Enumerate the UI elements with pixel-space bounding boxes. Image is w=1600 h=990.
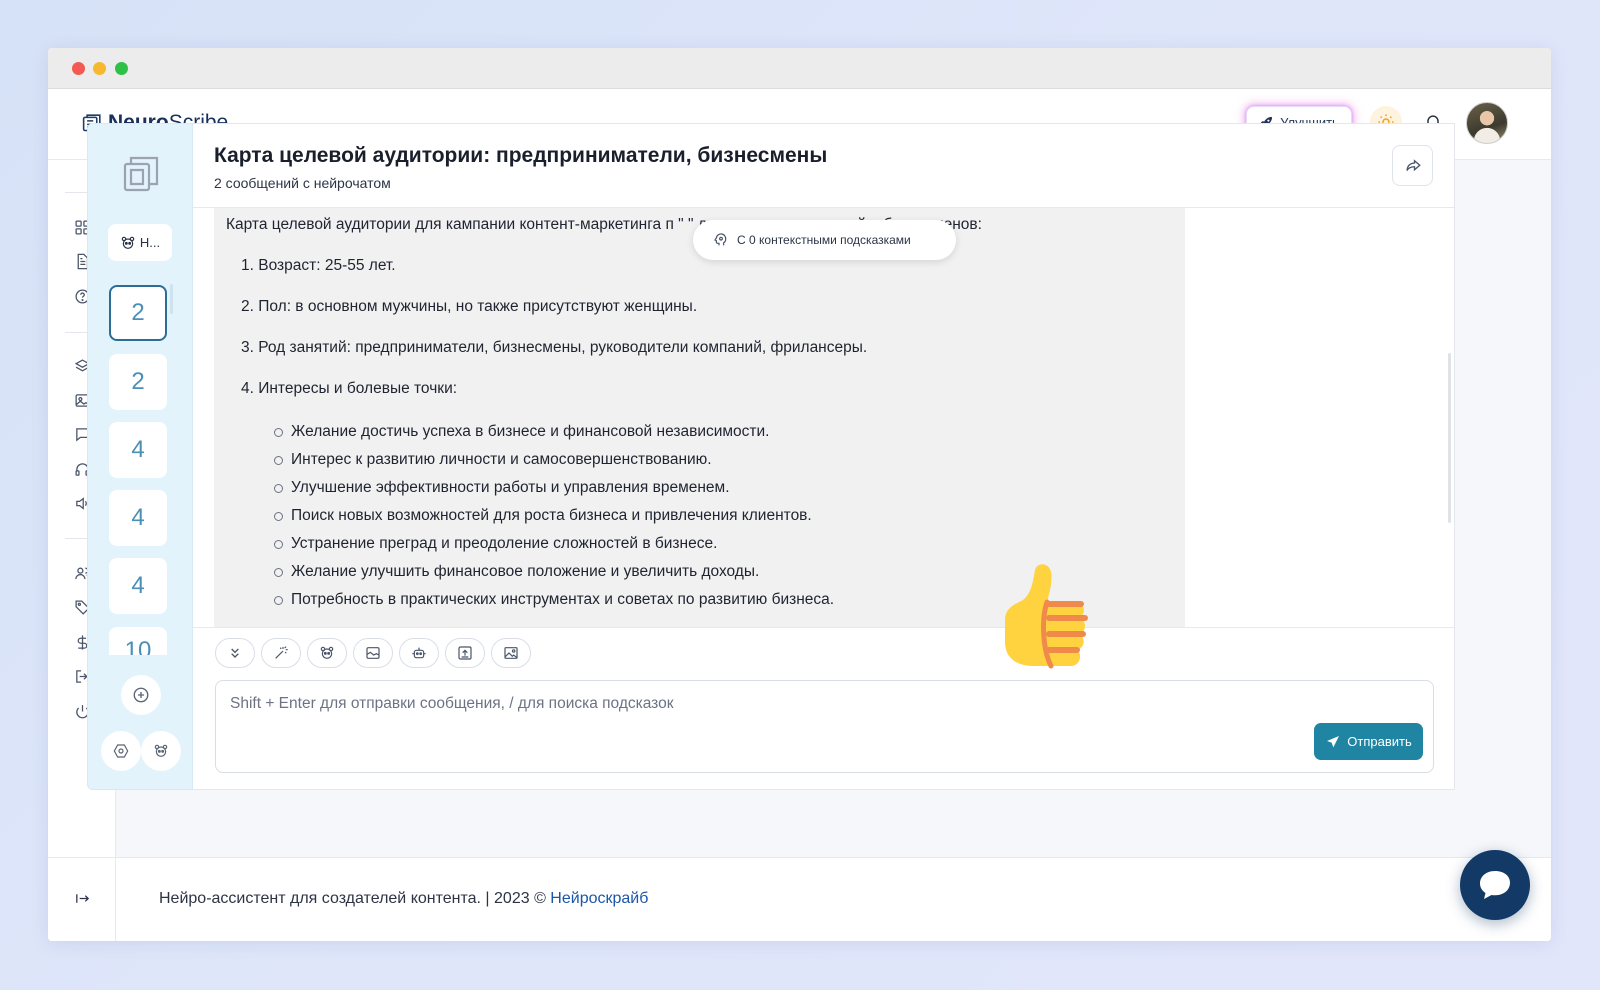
chat-header: Карта целевой аудитории: предприниматели… (193, 124, 1454, 208)
message-area[interactable]: Карта целевой аудитории для кампании кон… (193, 208, 1454, 627)
chat-item[interactable]: 2 (109, 354, 167, 410)
message-intro: Карта целевой аудитории для кампании кон… (226, 216, 982, 233)
chat-item[interactable]: 10 (109, 627, 167, 655)
logo-icon (123, 156, 159, 192)
page-footer: Нейро-ассистент для создателей контента.… (116, 857, 1551, 941)
generate-image-tool-button[interactable] (491, 638, 531, 668)
persona-selector[interactable]: Н... (108, 224, 172, 261)
arrow-right-bar-icon (75, 893, 89, 903)
context-hints-label: С 0 контекстными подсказками (737, 233, 911, 247)
panda-icon (154, 744, 168, 757)
bullet-item: Улучшение эффективности работы и управле… (274, 474, 1173, 502)
close-window-button[interactable] (72, 62, 85, 75)
plus-circle-icon (133, 687, 149, 703)
bullet-item: Желание достичь успеха в бизнесе и финан… (274, 418, 1173, 446)
footer-brand-link[interactable]: Нейроскрайб (550, 890, 648, 907)
image-frame-icon (366, 647, 380, 659)
list-item: 3. Род занятий: предприниматели, бизнесм… (241, 339, 868, 356)
list-item: 4. Интересы и болевые точки: (241, 380, 458, 397)
bullet-item: Устранение преград и преодоление сложнос… (274, 530, 1173, 558)
message-input-box: Отправить (215, 680, 1434, 773)
new-chat-button[interactable] (121, 675, 161, 715)
footer-copyright: Нейро-ассистент для создателей контента.… (159, 890, 551, 907)
expand-sidebar-button[interactable] (72, 888, 92, 908)
chat-list-panel: Н... 2 2 4 4 4 10 (87, 123, 193, 790)
bullet-item: Поиск новых возможностей для роста бизне… (274, 502, 1173, 530)
chat-bubble-icon (1480, 871, 1510, 899)
image-frame-tool-button[interactable] (353, 638, 393, 668)
bot-tool-button[interactable] (399, 638, 439, 668)
send-arrow-icon (1327, 735, 1340, 747)
upload-icon (458, 646, 472, 660)
chat-title: Карта целевой аудитории: предприниматели… (214, 144, 828, 167)
thumbs-up-icon (1005, 564, 1088, 669)
context-hints-pill[interactable]: С 0 контекстными подсказками (693, 220, 956, 260)
window-titlebar (48, 48, 1551, 89)
panda-icon (320, 646, 334, 659)
upload-tool-button[interactable] (445, 638, 485, 668)
maximize-window-button[interactable] (115, 62, 128, 75)
sidebar-footer (48, 857, 116, 941)
persona-label: Н... (139, 235, 161, 250)
collapse-tool-button[interactable] (215, 638, 255, 668)
share-button[interactable] (1392, 145, 1433, 186)
bullet-item: Интерес к развитию личности и самосоверш… (274, 446, 1173, 474)
chat-item[interactable]: 2 (109, 285, 167, 341)
minimize-window-button[interactable] (93, 62, 106, 75)
chat-subtitle: 2 сообщений с нейрочатом (214, 175, 391, 191)
message-scrollbar[interactable] (1448, 353, 1451, 523)
chat-item[interactable]: 4 (109, 490, 167, 546)
send-button[interactable]: Отправить (1314, 723, 1423, 760)
user-avatar[interactable] (1466, 102, 1508, 144)
persona-button[interactable] (141, 731, 181, 771)
chat-item-clip: 10 (109, 627, 167, 655)
chat-item[interactable]: 4 (109, 422, 167, 478)
persona-tool-button[interactable] (307, 638, 347, 668)
message-input[interactable] (230, 695, 1310, 755)
hexagon-settings-icon (113, 744, 129, 758)
settings-button[interactable] (101, 731, 141, 771)
chat-item[interactable]: 4 (109, 558, 167, 614)
chat-panel: Карта целевой аудитории: предприниматели… (193, 123, 1455, 790)
send-label: Отправить (1347, 734, 1412, 749)
image-icon (504, 647, 518, 659)
chat-list-scrollbar[interactable] (170, 284, 173, 314)
composer: Отправить (193, 627, 1454, 791)
brain-icon (714, 233, 727, 246)
chevrons-down-icon (231, 648, 239, 658)
footer-text: Нейро-ассистент для создателей контента.… (159, 890, 648, 908)
support-chat-button[interactable] (1460, 850, 1530, 920)
magic-wand-icon (275, 646, 288, 659)
share-arrow-icon (1405, 158, 1421, 171)
magic-wand-tool-button[interactable] (261, 638, 301, 668)
panda-icon (121, 236, 135, 249)
list-item: 2. Пол: в основном мужчины, но также при… (241, 298, 698, 315)
robot-icon (412, 647, 426, 659)
